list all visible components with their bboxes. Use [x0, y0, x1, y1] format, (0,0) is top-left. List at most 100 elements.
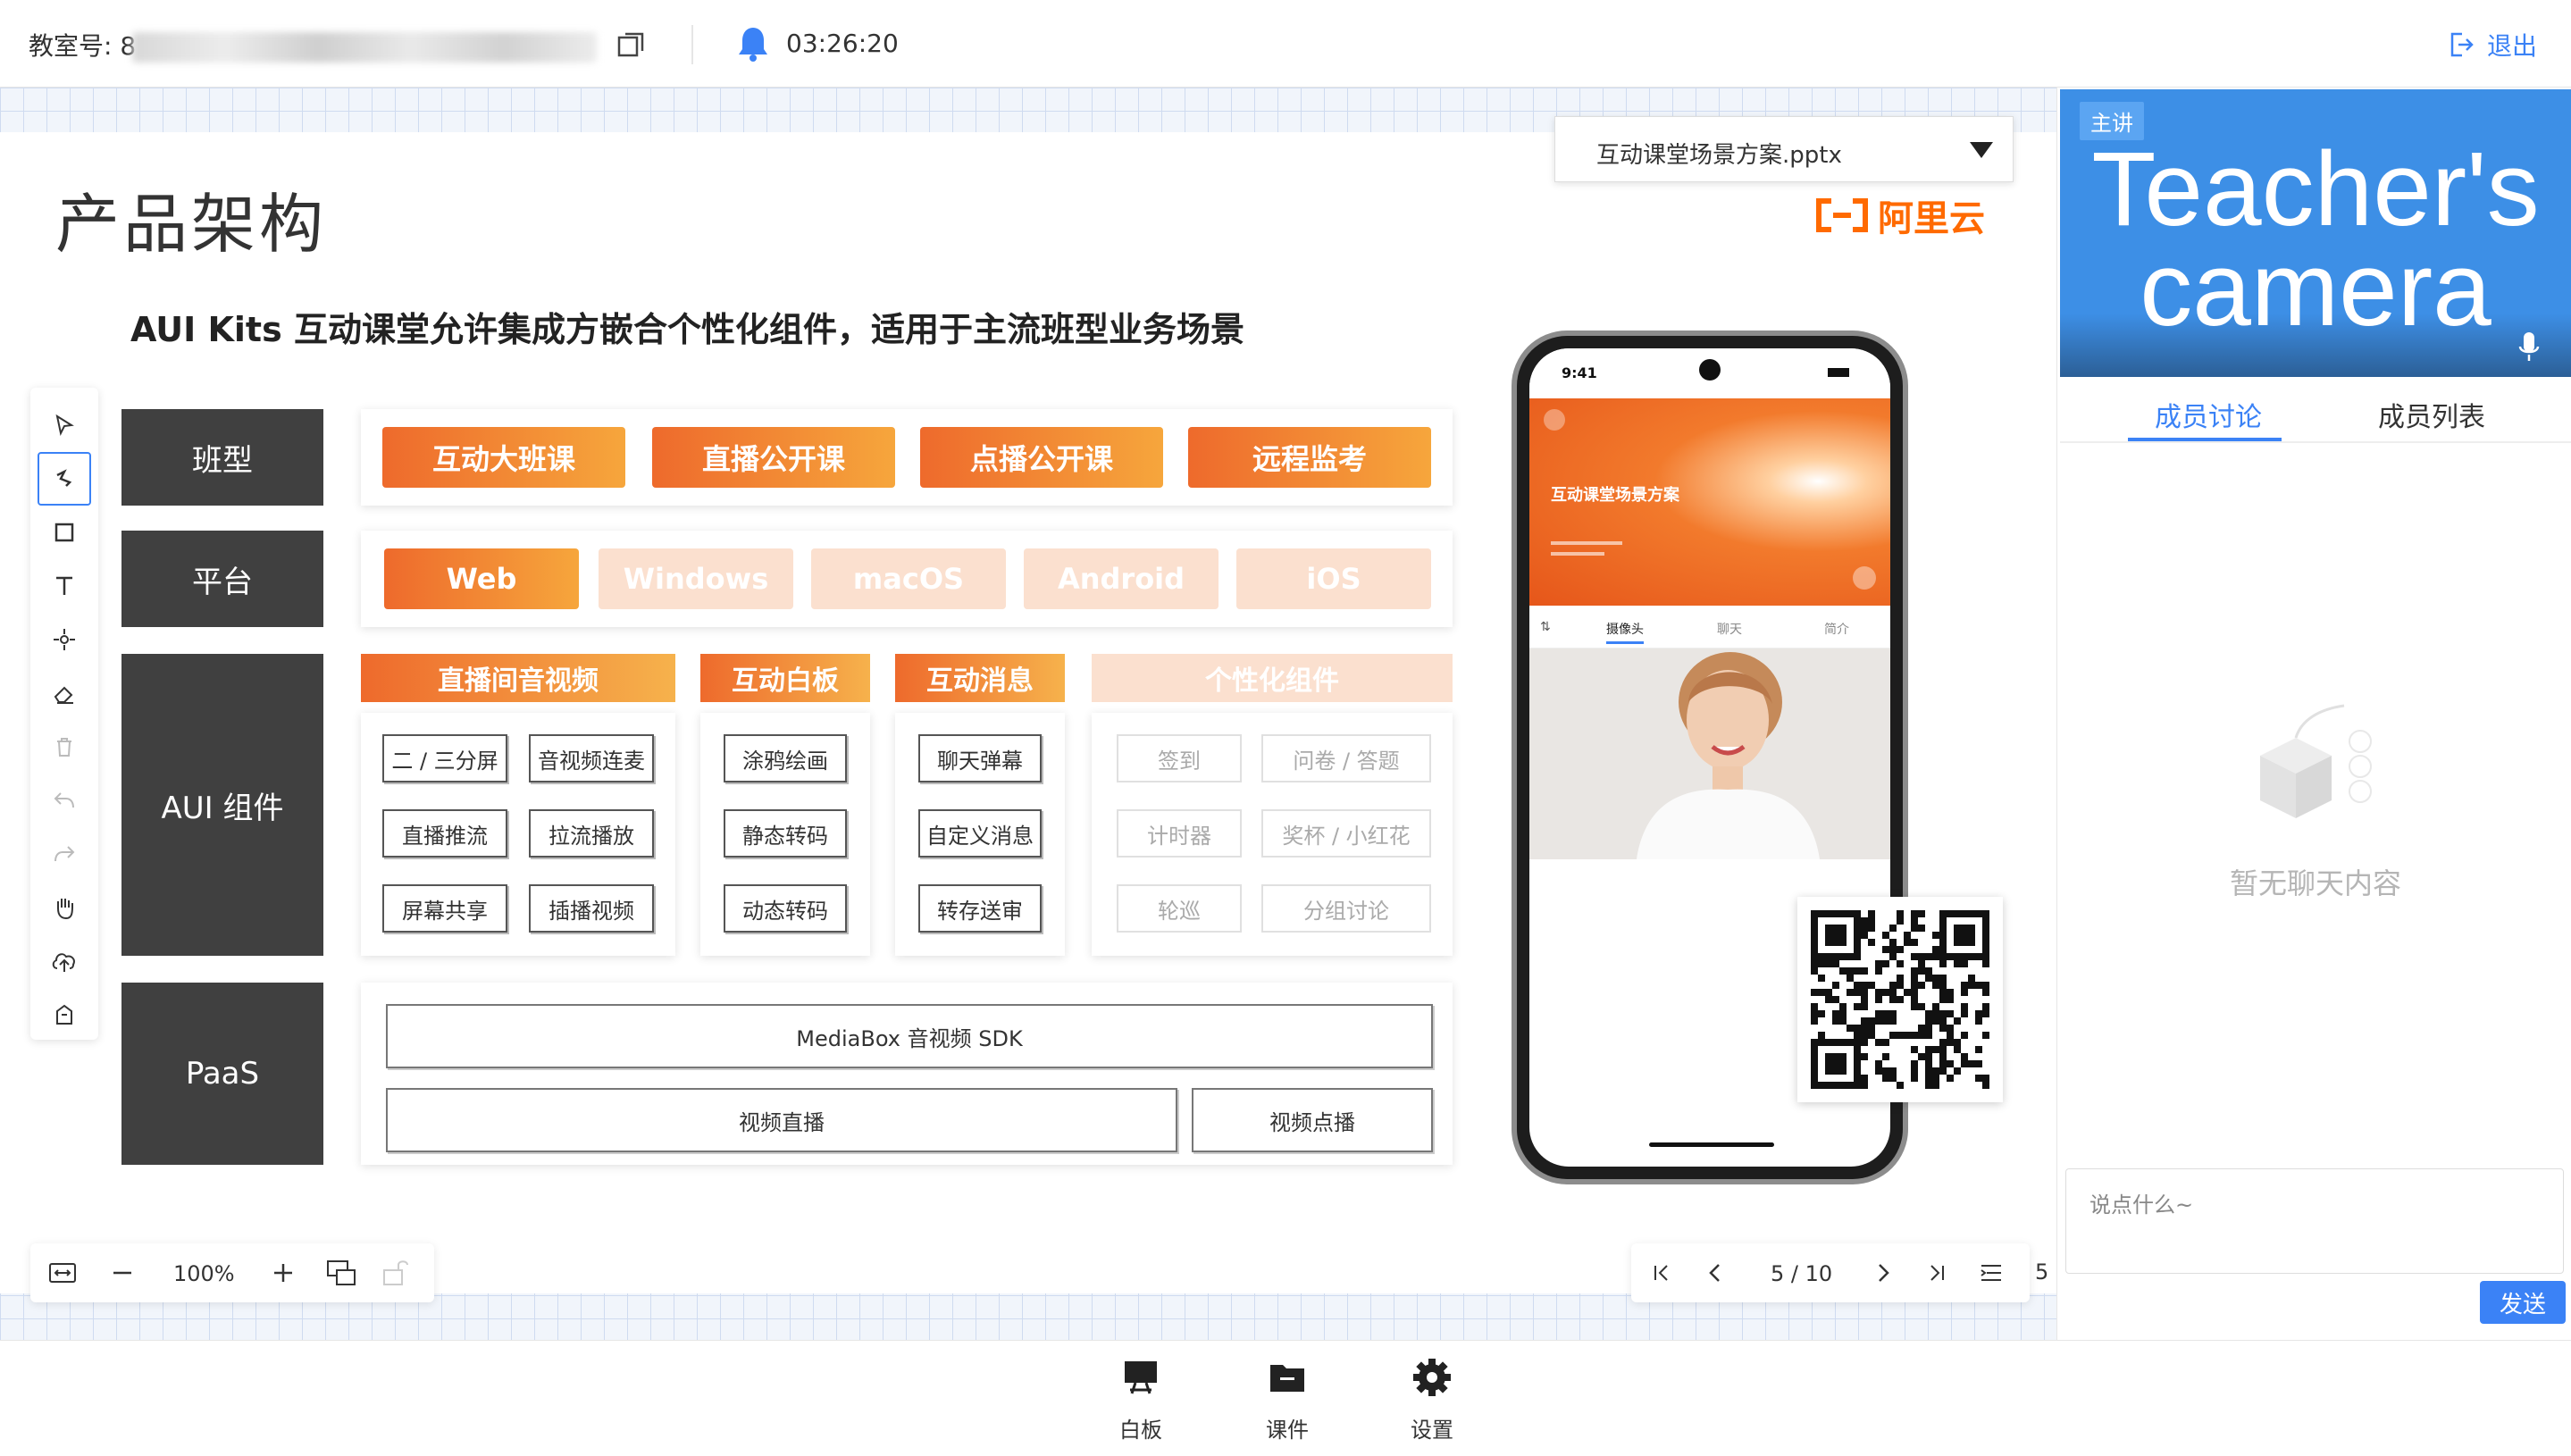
empty-chat-text: 暂无聊天内容: [2229, 866, 2401, 900]
class-timer: 03:26:20: [786, 29, 899, 58]
divider: [691, 25, 693, 64]
bottom-nav: 白板 课件 设置: [0, 1340, 2571, 1456]
component-item: 动态转码: [724, 884, 847, 933]
phone-camera-view: [1529, 649, 1890, 859]
phone-home-indicator: [1649, 1142, 1774, 1147]
active-tab-indicator: [2128, 438, 2282, 441]
paas-live: 视频直播: [386, 1088, 1177, 1152]
component-item: 轮巡: [1117, 884, 1242, 933]
page-list-icon[interactable]: [1978, 1261, 2005, 1284]
exit-label: 退出: [2487, 31, 2538, 61]
nav-whiteboard[interactable]: 白板: [1092, 1353, 1190, 1443]
component-item: 静态转码: [724, 809, 847, 858]
tab-member-discussion[interactable]: 成员讨论: [2155, 395, 2262, 434]
slide-title: 产品架构: [55, 187, 328, 262]
rectangle-tool-icon[interactable]: [38, 506, 91, 559]
component-item: 聊天弹幕: [918, 734, 1042, 782]
nav-label: 设置: [1411, 1418, 1453, 1443]
phone-banner-title: 互动课堂场景方案: [1551, 486, 1679, 505]
group-title-whiteboard: 互动白板: [700, 654, 870, 702]
component-item: 涂鸦绘画: [724, 734, 847, 782]
dropdown-arrow-icon: [1970, 142, 1993, 158]
courseware-file-name: 互动课堂场景方案.pptx: [1596, 142, 1842, 169]
gear-icon: [1383, 1353, 1481, 1402]
platform-item: Windows: [599, 548, 793, 609]
phone-banner-line: [1551, 552, 1604, 556]
phone-signal-icon: [1828, 368, 1863, 377]
class-type-item: 直播公开课: [652, 427, 895, 488]
nav-courseware[interactable]: 课件: [1238, 1353, 1336, 1443]
phone-time: 9:41: [1562, 364, 1597, 381]
component-item: 问卷 / 答题: [1261, 734, 1431, 782]
platform-panel: Web Windows macOS Android iOS: [361, 531, 1453, 627]
pen-tool-icon[interactable]: [38, 452, 91, 506]
row-label-paas: PaaS: [121, 983, 323, 1165]
phone-fullscreen-icon: [1853, 566, 1876, 590]
lock-icon[interactable]: [381, 1258, 413, 1288]
exit-button[interactable]: 退出: [2448, 27, 2537, 63]
phone-sort-icon: ⇅: [1540, 620, 1551, 634]
microphone-icon[interactable]: [2517, 331, 2541, 363]
folder-icon: [1238, 1353, 1336, 1402]
undo-icon[interactable]: [38, 774, 91, 827]
group-title-message: 互动消息: [895, 654, 1065, 702]
nav-label: 白板: [1119, 1418, 1162, 1443]
component-item: 直播推流: [382, 809, 507, 858]
class-type-panel: 互动大班课 直播公开课 点播公开课 远程监考: [361, 409, 1453, 506]
bell-icon[interactable]: [736, 25, 770, 63]
copy-icon[interactable]: [616, 29, 647, 60]
qr-code-image: [1811, 910, 1989, 1089]
group-whiteboard: 涂鸦绘画 静态转码 动态转码: [700, 713, 870, 956]
trash-icon[interactable]: [38, 720, 91, 774]
text-tool-icon[interactable]: [38, 559, 91, 613]
first-page-icon[interactable]: [1651, 1261, 1672, 1284]
phone-tab: 摄像头: [1606, 623, 1644, 637]
redo-icon[interactable]: [38, 827, 91, 881]
exit-icon: [2448, 31, 2475, 58]
group-message: 聊天弹幕 自定义消息 转存送审: [895, 713, 1065, 956]
courseware-file-select[interactable]: 互动课堂场景方案.pptx: [1554, 116, 2014, 182]
prev-page-icon[interactable]: [1704, 1261, 1726, 1284]
select-tool-icon[interactable]: [38, 398, 91, 452]
component-item: 计时器: [1117, 809, 1242, 858]
hand-tool-icon[interactable]: [38, 881, 91, 934]
chat-input[interactable]: 说点什么~: [2065, 1168, 2564, 1274]
class-type-item: 互动大班课: [382, 427, 625, 488]
next-page-icon[interactable]: [1872, 1261, 1894, 1284]
phone-camera-hole: [1699, 359, 1721, 381]
student-photo: [1637, 652, 1820, 859]
class-type-item: 点播公开课: [920, 427, 1163, 488]
zoom-in-icon[interactable]: [270, 1259, 297, 1286]
zoom-out-icon[interactable]: [109, 1259, 136, 1286]
camera-placeholder-text: Teacher's camera: [2091, 130, 2540, 348]
send-button[interactable]: 发送: [2480, 1281, 2566, 1324]
fit-width-icon[interactable]: [48, 1259, 77, 1286]
page-bar: 5 / 10: [1631, 1243, 2030, 1302]
page-indicator: 5 / 10: [1771, 1261, 1833, 1286]
aliyun-logo: 阿里云: [1813, 189, 1985, 241]
nav-label: 课件: [1266, 1418, 1309, 1443]
screen-sync-icon[interactable]: [325, 1258, 357, 1288]
phone-banner: 互动课堂场景方案: [1529, 398, 1890, 606]
group-custom: 签到 问卷 / 答题 计时器 奖杯 / 小红花 轮巡 分组讨论: [1092, 713, 1453, 956]
group-title-custom: 个性化组件: [1092, 654, 1453, 702]
platform-item: Web: [384, 548, 579, 609]
upload-icon[interactable]: [38, 934, 91, 988]
export-icon[interactable]: [38, 988, 91, 1042]
component-item: 签到: [1117, 734, 1242, 782]
nav-settings[interactable]: 设置: [1383, 1353, 1481, 1443]
component-item: 转存送审: [918, 884, 1042, 933]
paas-vod: 视频点播: [1192, 1088, 1433, 1152]
eraser-icon[interactable]: [38, 666, 91, 720]
component-item: 分组讨论: [1261, 884, 1431, 933]
platform-item: Android: [1024, 548, 1219, 609]
tab-member-list[interactable]: 成员列表: [2378, 395, 2485, 434]
phone-status-bar: 9:41: [1529, 348, 1890, 398]
last-page-icon[interactable]: [1926, 1261, 1947, 1284]
component-item: 音视频连麦: [529, 734, 654, 782]
top-bar: 教室号: 8 03:26:20 退出: [0, 0, 2571, 88]
component-item: 拉流播放: [529, 809, 654, 858]
laser-pointer-icon[interactable]: [38, 613, 91, 666]
group-title-live-av: 直播间音视频: [361, 654, 675, 702]
whiteboard-toolbar: [30, 388, 98, 1040]
